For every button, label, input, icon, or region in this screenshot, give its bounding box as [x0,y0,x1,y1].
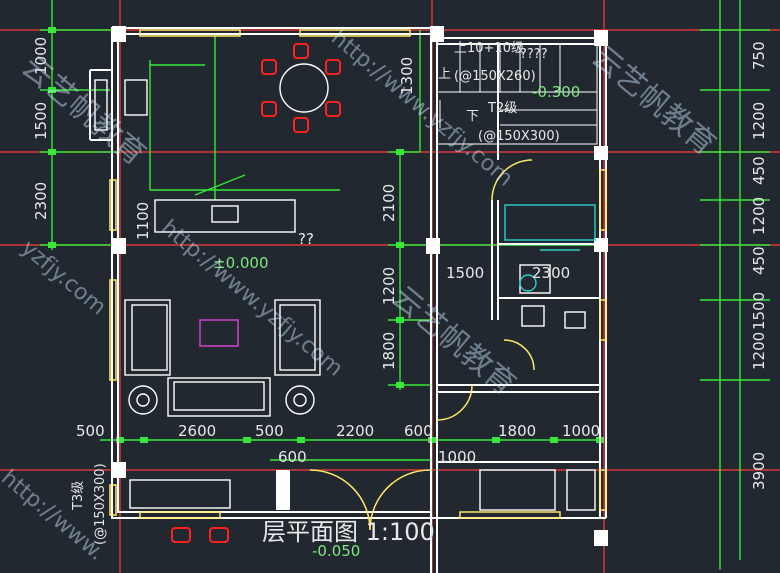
level-stair: -0.300 [532,83,580,101]
dimension-ticks [48,27,604,443]
stair-down-word: 下 [466,109,479,124]
dim-left-1500: 1500 [32,102,50,140]
step-size: (@150X300) [93,463,108,545]
doors [309,159,535,531]
tv-placeholder [199,319,239,347]
columns [112,26,608,546]
dim-right-450: 450 [750,156,768,185]
drawing-title: 层平面图 1:100 [262,518,435,546]
dim-left-1100: 1100 [134,202,152,240]
dim-bottom-600: 600 [404,422,433,440]
dim-bottom-2600: 2600 [178,422,216,440]
watermark-4: http://www.yzfjy.com [156,215,347,381]
stair-up-size: (@150X260) [454,69,536,84]
dim-bottom-1000: 1000 [562,422,600,440]
step-label: T3级 [71,481,86,511]
dim-right-1200-b: 1200 [750,197,768,235]
room-label: ?? [298,230,314,248]
dim-bottom-600-b: 600 [278,448,307,466]
dim-right-1200: 1200 [750,102,768,140]
dim-bottom-500-b: 500 [255,422,284,440]
stair-down-label: T2级 [487,101,517,116]
dim-right-3900: 3900 [750,452,768,490]
dim-right-1200-c: 1200 [750,332,768,370]
dim-right-1500: 1500 [750,292,768,330]
dim-bottom-500: 500 [76,422,105,440]
floor-plan-drawing: 1000 1500 2300 1100 1200 1800 1300 2100 … [0,0,780,573]
stair-down-size: (@150X300) [478,129,560,144]
dim-center-2100: 2100 [380,184,398,222]
dim-right-450-b: 450 [750,246,768,275]
dim-bottom-1000-b: 1000 [438,448,476,466]
dim-center-1500: 1500 [446,264,484,282]
dim-bottom-2200: 2200 [336,422,374,440]
dim-center-2300: 2300 [532,264,570,282]
stair-up-label: 上10+10级 [454,41,524,56]
dim-left-1800: 1800 [380,332,398,370]
stair-up-word: 上 [438,67,451,82]
watermark-6: yzfjy.com [16,235,110,320]
dim-left-2300: 2300 [32,182,50,220]
stair-up-marks: ???? [520,47,548,62]
dim-right-750: 750 [750,41,768,70]
dim-bottom-1800: 1800 [498,422,536,440]
